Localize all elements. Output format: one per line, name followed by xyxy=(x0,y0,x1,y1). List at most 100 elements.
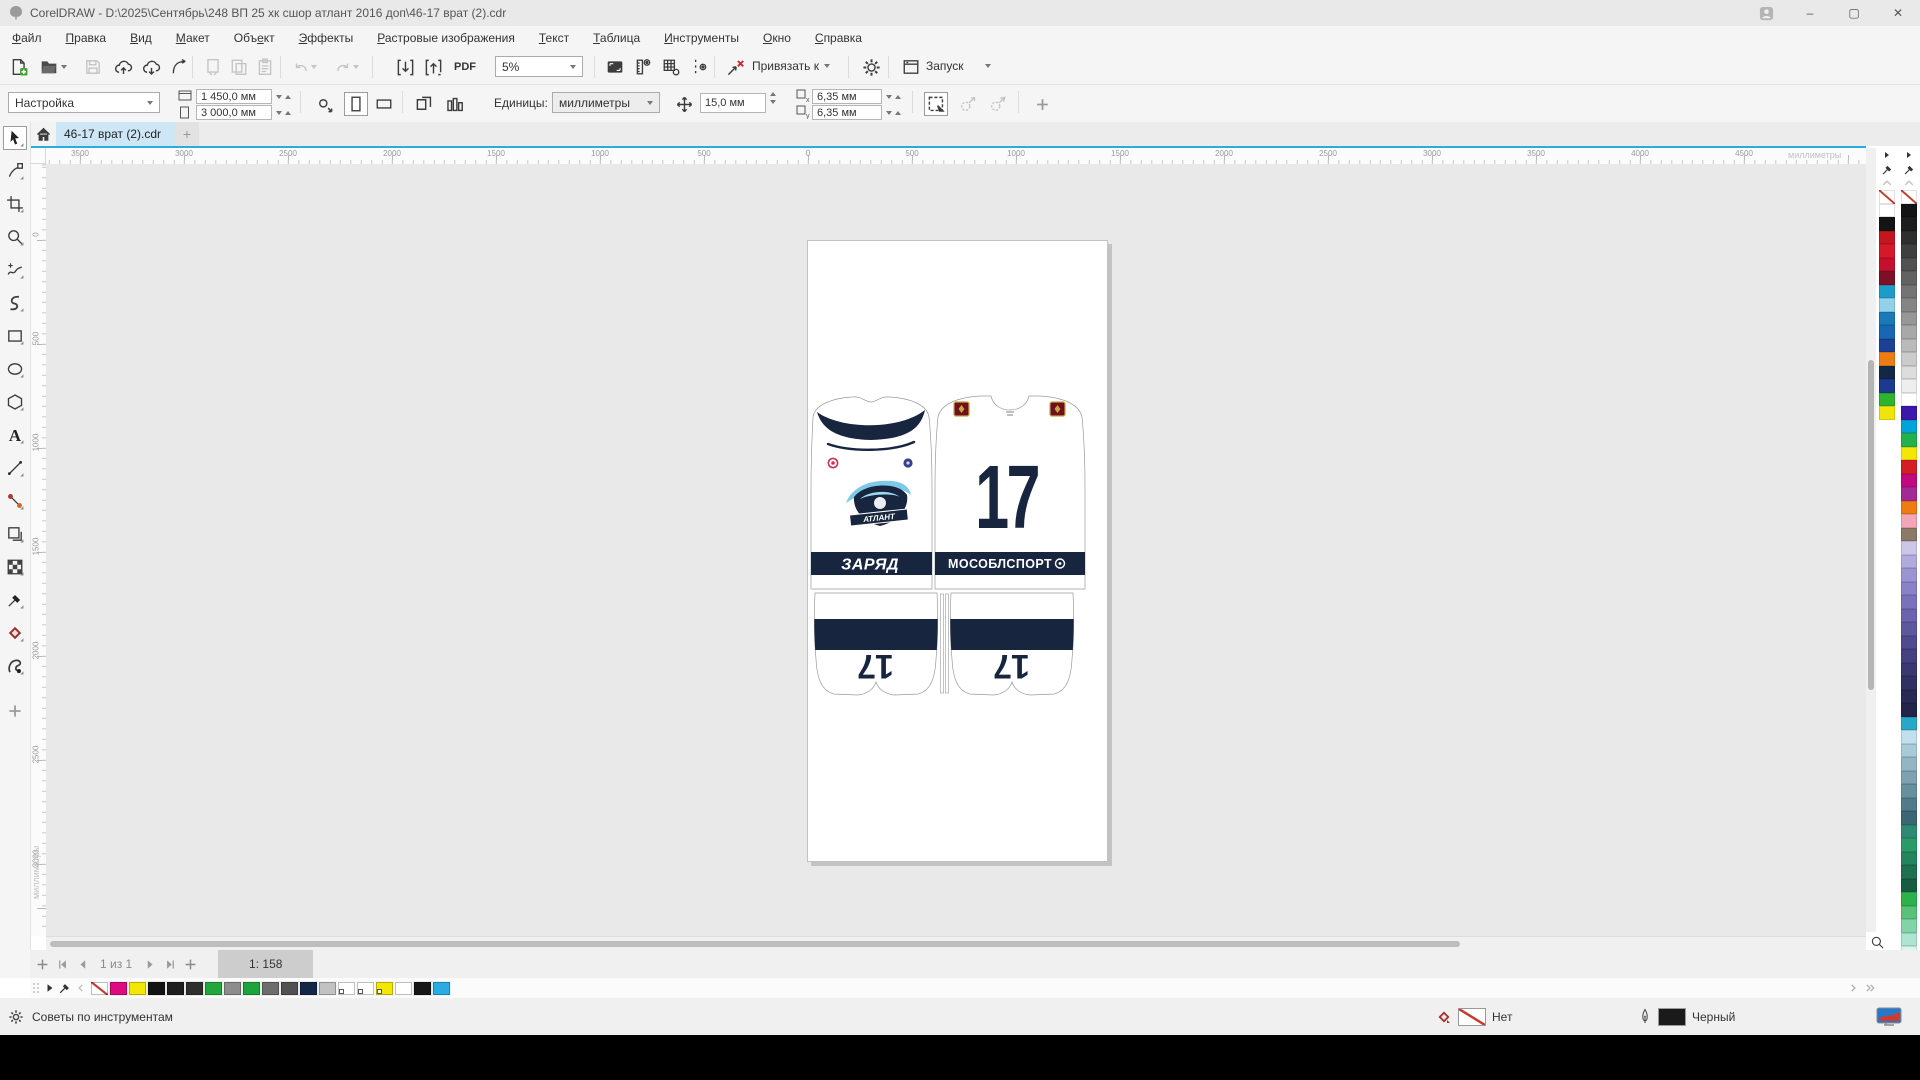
color-swatch[interactable] xyxy=(1901,744,1917,758)
home-tab[interactable] xyxy=(30,122,56,146)
cloud-upload-button[interactable] xyxy=(110,54,136,80)
color-swatch[interactable] xyxy=(1901,811,1917,825)
color-swatch[interactable] xyxy=(261,981,280,996)
page-width-spinner[interactable] xyxy=(276,89,291,104)
color-swatch[interactable] xyxy=(1901,784,1917,798)
units-combo[interactable]: миллиметры xyxy=(552,92,660,113)
add-page-button[interactable] xyxy=(32,954,52,974)
color-swatch[interactable] xyxy=(1901,663,1917,677)
snap-off-icon[interactable] xyxy=(722,54,748,80)
show-guidelines-button[interactable] xyxy=(686,54,712,80)
color-swatch[interactable] xyxy=(1901,595,1917,609)
color-swatch[interactable] xyxy=(109,981,128,996)
palette-scroll-left[interactable] xyxy=(76,983,86,993)
palette-scroll-up[interactable] xyxy=(1877,176,1897,190)
color-swatch[interactable] xyxy=(1901,906,1917,920)
canvas[interactable]: АТЛАНТ ЗАРЯД 17 МОСОБЛСПОРТ xyxy=(46,164,1866,936)
color-proof-icon[interactable] xyxy=(1876,1007,1902,1027)
autofit-page-icon[interactable] xyxy=(312,92,336,116)
color-swatch[interactable] xyxy=(413,981,432,996)
color-swatch[interactable] xyxy=(1879,285,1895,299)
palette-scroll-up[interactable] xyxy=(1899,176,1919,190)
eyedropper-tool[interactable] xyxy=(3,588,27,612)
color-swatch[interactable] xyxy=(1901,555,1917,569)
text-tool[interactable]: А xyxy=(3,423,27,447)
page-height-field[interactable]: 3 000,0 мм xyxy=(196,105,272,120)
page-preset-combo[interactable]: Настройка xyxy=(8,92,160,113)
fill-status[interactable]: Нет xyxy=(1436,1008,1512,1026)
landscape-orientation-button[interactable] xyxy=(372,92,396,116)
account-icon[interactable] xyxy=(1744,0,1788,26)
duplicate-x-field[interactable]: 6,35 мм xyxy=(812,89,882,104)
menu-справка[interactable]: Справка xyxy=(803,31,874,45)
freehand-tool[interactable] xyxy=(3,258,27,282)
color-swatch[interactable] xyxy=(1879,393,1895,407)
options-gear-icon[interactable] xyxy=(858,54,884,80)
duplicate-y-field[interactable]: 6,35 мм xyxy=(812,105,882,120)
maximize-button[interactable]: ▢ xyxy=(1832,0,1876,26)
menu-растровые-изображения[interactable]: Растровые изображения xyxy=(365,31,527,45)
color-swatch[interactable] xyxy=(1879,339,1895,353)
color-swatch[interactable] xyxy=(1901,690,1917,704)
color-swatch[interactable] xyxy=(1879,379,1895,393)
minimize-button[interactable]: – xyxy=(1788,0,1832,26)
drop-shadow-tool[interactable] xyxy=(3,522,27,546)
menu-инструменты[interactable]: Инструменты xyxy=(652,31,751,45)
color-swatch[interactable] xyxy=(1901,622,1917,636)
color-swatch[interactable] xyxy=(1901,879,1917,893)
palette-eyedropper-icon[interactable] xyxy=(58,981,72,995)
color-swatch[interactable] xyxy=(1901,271,1917,285)
color-swatch[interactable] xyxy=(1901,730,1917,744)
add-property-button[interactable] xyxy=(1030,92,1054,116)
open-dropdown-arrow[interactable] xyxy=(58,54,70,80)
canvas-zoom-icon[interactable] xyxy=(1866,932,1888,952)
vertical-ruler[interactable]: 050010001500200025003000миллиметры xyxy=(30,164,47,936)
menu-правка[interactable]: Правка xyxy=(54,31,119,45)
color-swatch[interactable] xyxy=(1901,636,1917,650)
color-swatch[interactable] xyxy=(1879,217,1895,231)
color-swatch[interactable] xyxy=(1901,474,1917,488)
color-swatch[interactable] xyxy=(1901,204,1917,218)
color-swatch[interactable] xyxy=(1879,190,1895,204)
color-swatch[interactable] xyxy=(1901,771,1917,785)
color-swatch[interactable] xyxy=(375,981,394,996)
color-swatch[interactable] xyxy=(1901,919,1917,933)
line-tool[interactable] xyxy=(3,456,27,480)
snap-to-dropdown[interactable]: Привязать к xyxy=(752,59,830,73)
color-swatch[interactable] xyxy=(242,981,261,996)
vertical-scrollbar-thumb[interactable] xyxy=(1868,360,1874,690)
palette-drag-handle[interactable] xyxy=(32,982,42,994)
all-pages-button[interactable] xyxy=(412,92,436,116)
color-swatch[interactable] xyxy=(1879,366,1895,380)
color-swatch[interactable] xyxy=(1901,339,1917,353)
artistic-media-tool[interactable] xyxy=(3,291,27,315)
palette-scroll-right[interactable] xyxy=(1848,983,1858,993)
color-swatch[interactable] xyxy=(223,981,242,996)
palette-eyedropper-icon[interactable] xyxy=(1899,162,1919,176)
color-swatch[interactable] xyxy=(1901,609,1917,623)
palette-flyout-arrow[interactable] xyxy=(1877,148,1897,162)
color-swatch[interactable] xyxy=(1901,582,1917,596)
menu-таблица[interactable]: Таблица xyxy=(581,31,652,45)
color-swatch[interactable] xyxy=(166,981,185,996)
horizontal-ruler[interactable]: 3500300025002000150010005000500100015002… xyxy=(46,148,1866,165)
color-swatch[interactable] xyxy=(1901,217,1917,231)
color-swatch[interactable] xyxy=(1901,190,1917,204)
page-width-field[interactable]: 1 450,0 мм xyxy=(196,89,272,104)
color-swatch[interactable] xyxy=(1879,244,1895,258)
document-tab[interactable]: 46-17 врат (2).cdr xyxy=(56,122,175,146)
menu-объект[interactable]: Объект xyxy=(222,31,287,45)
color-swatch[interactable] xyxy=(1901,514,1917,528)
color-swatch[interactable] xyxy=(1901,852,1917,866)
add-page-after-button[interactable] xyxy=(180,954,200,974)
launcher-dropdown[interactable]: Запуск xyxy=(926,59,991,73)
color-swatch[interactable] xyxy=(1879,406,1895,420)
color-swatch[interactable] xyxy=(337,981,356,996)
color-swatch[interactable] xyxy=(1879,312,1895,326)
color-swatch[interactable] xyxy=(1901,406,1917,420)
color-swatch[interactable] xyxy=(1879,352,1895,366)
color-swatch[interactable] xyxy=(1879,271,1895,285)
rectangle-tool[interactable] xyxy=(3,324,27,348)
duplicate-y-spinner[interactable] xyxy=(886,105,901,120)
menu-файл[interactable]: Файл xyxy=(0,31,54,45)
